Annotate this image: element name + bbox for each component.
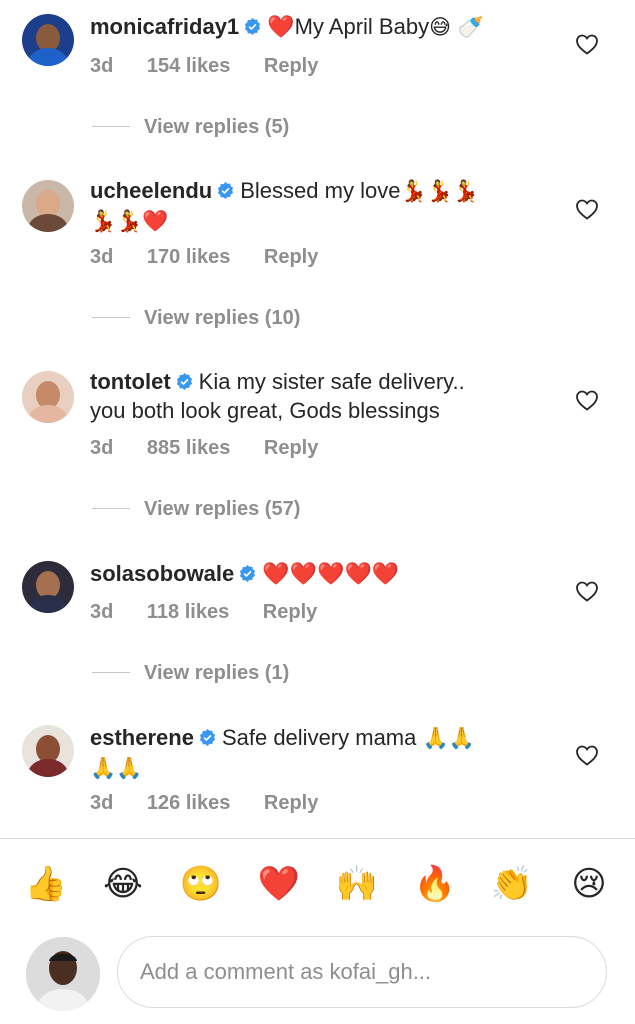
avatar[interactable] xyxy=(22,725,74,777)
comment-likes[interactable]: 170 likes xyxy=(147,246,230,268)
comment-emoji: 🙏🙏 xyxy=(422,726,475,750)
divider-line xyxy=(92,126,130,127)
comment-emoji: 💃💃💃 xyxy=(400,179,479,203)
comment-body: monicafriday1 ❤️My April Baby😅 🍼 xyxy=(90,12,560,42)
avatar[interactable] xyxy=(22,371,74,423)
verified-badge-icon xyxy=(199,729,216,746)
comment-username[interactable]: solasobowale xyxy=(90,561,234,586)
divider xyxy=(0,838,635,839)
raising-hands-emoji-button[interactable]: 🙌 xyxy=(335,862,379,906)
comment-time: 3d xyxy=(90,601,114,623)
comment-likes[interactable]: 118 likes xyxy=(147,601,229,623)
thumbs-up-emoji-button[interactable]: 👍 xyxy=(24,862,68,906)
quick-reaction-bar: 👍 😂 🙄 ❤️ 🙌 🔥 👏 😢 xyxy=(0,862,635,910)
comment-meta: 3d 118 likes Reply xyxy=(90,601,345,624)
comment-meta: 3d 885 likes Reply xyxy=(90,437,346,460)
view-replies-button[interactable]: View replies (10) xyxy=(92,307,300,330)
my-avatar xyxy=(26,937,100,1011)
comment-username[interactable]: ucheelendu xyxy=(90,178,212,203)
verified-badge-icon xyxy=(240,565,256,582)
comment-text: Kia my sister safe delivery.. xyxy=(198,369,465,394)
clapping-emoji-button[interactable]: 👏 xyxy=(490,862,534,906)
comment-text: Blessed my love xyxy=(240,178,401,203)
comment-username[interactable]: tontolet xyxy=(90,369,171,394)
comment-text-line2: you both look great, Gods blessings xyxy=(90,398,440,423)
heart-outline-icon[interactable] xyxy=(575,33,599,55)
comment-body: tontolet Kia my sister safe delivery.. yo… xyxy=(90,367,560,425)
comment-input[interactable]: Add a comment as kofai_gh... xyxy=(117,936,607,1008)
reply-button[interactable]: Reply xyxy=(264,55,318,77)
view-replies-button[interactable]: View replies (5) xyxy=(92,116,289,139)
comment-text: Safe delivery mama xyxy=(221,725,417,750)
heart-outline-icon[interactable] xyxy=(575,744,599,766)
view-replies-label: View replies (1) xyxy=(144,662,290,684)
comment-body: estherene Safe delivery mama 🙏🙏 🙏🙏 xyxy=(90,723,560,783)
divider-line xyxy=(92,672,130,673)
comment-meta: 3d 154 likes Reply xyxy=(90,55,346,78)
comment-time: 3d xyxy=(90,437,114,459)
comment-body: solasobowale ❤️❤️❤️❤️❤️ xyxy=(90,559,560,589)
crying-emoji-button[interactable]: 😢 xyxy=(567,862,611,906)
divider-line xyxy=(92,317,130,318)
comment-composer: Add a comment as kofai_gh... xyxy=(0,935,635,1015)
view-replies-label: View replies (10) xyxy=(144,307,301,329)
view-replies-button[interactable]: View replies (1) xyxy=(92,662,289,685)
comment-text: ❤️❤️❤️❤️❤️ xyxy=(262,562,400,587)
view-replies-button[interactable]: View replies (57) xyxy=(92,498,300,521)
heart-emoji-button[interactable]: ❤️ xyxy=(257,862,301,906)
comment-emoji-line2: 🙏🙏 xyxy=(90,756,143,780)
heart-outline-icon[interactable] xyxy=(575,580,599,602)
divider-line xyxy=(92,508,130,509)
comment-time: 3d xyxy=(90,246,114,268)
comment-emoji: 😅 🍼 xyxy=(429,15,484,39)
fire-emoji-button[interactable]: 🔥 xyxy=(413,862,457,906)
tears-of-joy-emoji-button[interactable]: 😂 xyxy=(101,862,145,906)
heart-outline-icon[interactable] xyxy=(575,389,599,411)
comment-likes[interactable]: 126 likes xyxy=(147,792,230,814)
comment-meta: 3d 170 likes Reply xyxy=(90,246,346,269)
comment-username[interactable]: estherene xyxy=(90,725,194,750)
reply-button[interactable]: Reply xyxy=(264,246,318,268)
verified-badge-icon xyxy=(176,373,192,390)
comment-emoji-line2: 💃💃❤️ xyxy=(90,209,169,233)
comment-time: 3d xyxy=(90,55,114,77)
avatar[interactable] xyxy=(22,14,74,66)
comment-time: 3d xyxy=(90,792,114,814)
comment-text: My April Baby xyxy=(294,14,430,39)
avatar[interactable] xyxy=(22,180,74,232)
avatar[interactable] xyxy=(22,561,74,613)
view-replies-label: View replies (5) xyxy=(144,116,290,138)
reply-button[interactable]: Reply xyxy=(263,601,317,623)
eye-roll-emoji-button[interactable]: 🙄 xyxy=(179,862,223,906)
comment-meta: 3d 126 likes Reply xyxy=(90,792,346,815)
comment-body: ucheelendu Blessed my love💃💃💃 💃💃❤️ xyxy=(90,176,560,236)
reply-button[interactable]: Reply xyxy=(264,792,318,814)
profile-photo-icon xyxy=(26,937,100,1011)
heart-outline-icon[interactable] xyxy=(575,198,599,220)
comments-list: monicafriday1 ❤️My April Baby😅 🍼 3d 154 l… xyxy=(0,0,635,838)
comment-likes[interactable]: 885 likes xyxy=(147,437,230,459)
verified-badge-icon xyxy=(245,18,261,35)
heart-emoji: ❤️ xyxy=(267,15,295,40)
verified-badge-icon xyxy=(218,182,234,199)
view-replies-label: View replies (57) xyxy=(144,498,301,520)
comment-likes[interactable]: 154 likes xyxy=(147,55,230,77)
comment-username[interactable]: monicafriday1 xyxy=(90,14,239,39)
reply-button[interactable]: Reply xyxy=(264,437,318,459)
